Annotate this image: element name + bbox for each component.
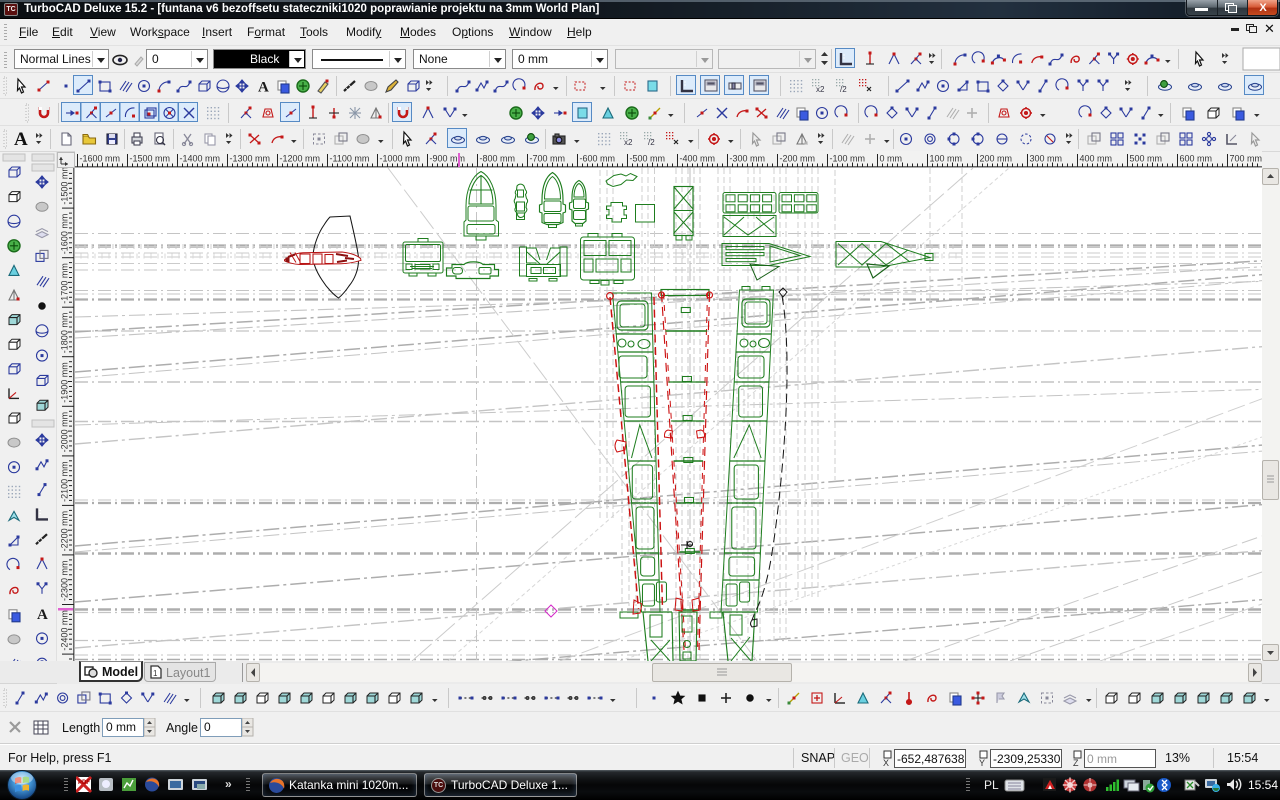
- svg-text:0 mm: 0 mm: [880, 154, 903, 164]
- svg-text:-1800 mm: -1800 mm: [60, 313, 70, 354]
- svg-text:Z: Z: [1073, 758, 1079, 767]
- svg-text:-600 mm: -600 mm: [580, 154, 616, 164]
- svg-text:-700 mm: -700 mm: [530, 154, 566, 164]
- svg-text:300 mm: 300 mm: [1030, 154, 1063, 164]
- svg-text:200 mm: 200 mm: [980, 154, 1013, 164]
- svg-text:-300 mm: -300 mm: [730, 154, 766, 164]
- svg-text:500 mm: 500 mm: [1130, 154, 1163, 164]
- svg-text:-400 mm: -400 mm: [680, 154, 716, 164]
- svg-text:A: A: [14, 129, 28, 150]
- svg-text:-1500 mm: -1500 mm: [60, 168, 70, 205]
- svg-text:-1300 mm: -1300 mm: [230, 154, 271, 164]
- svg-text:Y: Y: [979, 758, 985, 767]
- svg-text:x2: x2: [816, 85, 825, 94]
- svg-text:PDF: PDF: [78, 780, 90, 786]
- svg-text:-1600 mm: -1600 mm: [80, 154, 121, 164]
- svg-text:A: A: [37, 607, 48, 623]
- svg-text:-2400 mm: -2400 mm: [60, 610, 70, 651]
- svg-text:100 mm: 100 mm: [930, 154, 963, 164]
- svg-text:-2200 mm: -2200 mm: [60, 511, 70, 552]
- svg-text:600 mm: 600 mm: [1180, 154, 1213, 164]
- svg-text:-200 mm: -200 mm: [780, 154, 816, 164]
- svg-text:/2: /2: [648, 138, 655, 147]
- svg-text:-2000 mm: -2000 mm: [60, 412, 70, 453]
- svg-text:/2: /2: [840, 85, 847, 94]
- svg-text:-500 mm: -500 mm: [630, 154, 666, 164]
- svg-text:-1200 mm: -1200 mm: [280, 154, 321, 164]
- svg-text:-1900 mm: -1900 mm: [60, 362, 70, 403]
- svg-text:-1400 mm: -1400 mm: [180, 154, 221, 164]
- svg-text:A: A: [258, 80, 269, 96]
- svg-text:-1600 mm: -1600 mm: [60, 214, 70, 255]
- svg-text:-100 mm: -100 mm: [830, 154, 866, 164]
- svg-text:400 mm: 400 mm: [1080, 154, 1113, 164]
- svg-text:-800 mm: -800 mm: [480, 154, 516, 164]
- svg-text:-2300 mm: -2300 mm: [60, 560, 70, 601]
- svg-text:700 mm: 700 mm: [1230, 154, 1263, 164]
- svg-text:-1100 mm: -1100 mm: [330, 154, 370, 164]
- svg-text:-2100 mm: -2100 mm: [60, 461, 70, 502]
- svg-text:-1500 mm: -1500 mm: [130, 154, 171, 164]
- svg-text:1: 1: [153, 669, 158, 678]
- svg-text:-1000 mm: -1000 mm: [380, 154, 421, 164]
- svg-text:X: X: [883, 758, 889, 767]
- svg-text:x2: x2: [624, 138, 633, 147]
- svg-text:-1700 mm: -1700 mm: [60, 263, 70, 304]
